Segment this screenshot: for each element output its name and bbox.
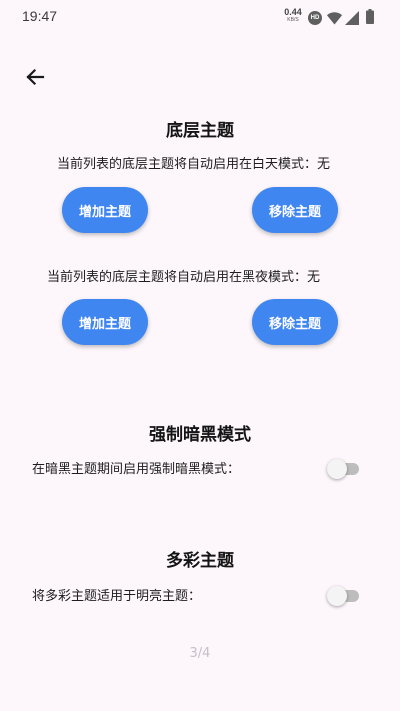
force-dark-switch[interactable] xyxy=(327,459,359,479)
wifi-icon xyxy=(327,10,342,29)
day-add-theme-button[interactable]: 增加主题 xyxy=(62,187,148,233)
colorful-theme-description: 将多彩主题适用于明亮主题： xyxy=(32,589,202,604)
colorful-theme-title: 多彩主题 xyxy=(166,551,234,571)
day-mode-description: 当前列表的底层主题将自动启用在白天模式：无 xyxy=(57,157,331,172)
force-dark-switch-thumb xyxy=(327,459,347,479)
status-time: 19:47 xyxy=(22,8,58,24)
signal-icon xyxy=(345,10,359,29)
night-mode-description: 当前列表的底层主题将自动启用在黑夜模式：无 xyxy=(47,270,321,285)
day-remove-theme-button[interactable]: 移除主题 xyxy=(252,187,338,233)
arrow-left-icon xyxy=(25,67,45,91)
colorful-theme-switch[interactable] xyxy=(327,586,359,606)
base-theme-title: 底层主题 xyxy=(166,121,234,141)
status-bar: 19:47 0.44 KB/S HD xyxy=(0,0,400,34)
night-remove-theme-button[interactable]: 移除主题 xyxy=(252,299,338,345)
page-indicator: 3/4 xyxy=(189,646,211,661)
back-button[interactable] xyxy=(20,64,50,94)
network-speed-unit: KB/S xyxy=(287,17,299,23)
colorful-theme-switch-thumb xyxy=(327,586,347,606)
night-add-theme-button[interactable]: 增加主题 xyxy=(62,299,148,345)
hd-icon: HD xyxy=(308,11,322,25)
force-dark-description: 在暗黑主题期间启用强制暗黑模式： xyxy=(32,462,241,477)
network-speed: 0.44 KB/S xyxy=(283,8,303,23)
screen: 19:47 0.44 KB/S HD 底层主题 当前列表的底层主题将自动启用在白… xyxy=(0,0,400,711)
battery-icon xyxy=(366,9,374,28)
force-dark-title: 强制暗黑模式 xyxy=(149,425,251,445)
network-speed-value: 0.44 xyxy=(284,7,302,17)
